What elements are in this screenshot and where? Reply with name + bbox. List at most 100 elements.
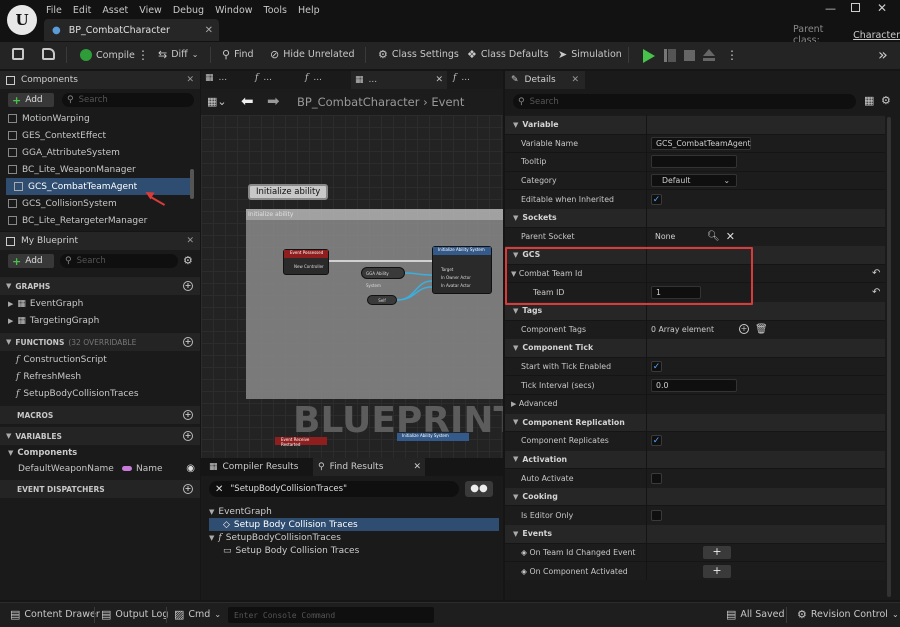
cmd-dropdown[interactable]: ▨ Cmd ⌄ [174, 609, 221, 620]
all-saved-indicator[interactable]: ▤ All Saved [726, 609, 785, 620]
variable-item[interactable]: DefaultWeaponName Name ◉ [0, 460, 200, 477]
console-command-input[interactable]: Enter Console Command [228, 607, 434, 623]
close-tab-icon[interactable]: ✕ [435, 75, 443, 85]
content-drawer-button[interactable]: ▤ Content Drawer [10, 609, 100, 620]
save-icon[interactable] [12, 48, 24, 60]
asset-tab[interactable]: ● BP_CombatCharacter ✕ [44, 19, 219, 41]
browse-icon[interactable] [42, 48, 55, 60]
add-graph-icon[interactable]: + [183, 281, 193, 291]
category-dropdown[interactable]: Default ⌄ [651, 174, 737, 188]
menu-edit[interactable]: Edit [73, 5, 91, 16]
section-events[interactable]: ▼ Events [505, 524, 885, 543]
browse-socket-icon[interactable]: 🔍︎ [707, 231, 720, 242]
compile-button[interactable]: Compile [80, 49, 135, 61]
close-tab-icon[interactable]: ✕ [413, 462, 421, 472]
component-item-selected[interactable]: GCS_CombatTeamAgent [6, 178, 190, 195]
variable-name-input[interactable]: GCS_CombatTeamAgent [651, 136, 751, 150]
function-item[interactable]: f RefreshMesh [0, 368, 200, 385]
output-log-button[interactable]: ▤ Output Log [101, 609, 168, 620]
section-activation[interactable]: ▼ Activation [505, 449, 885, 469]
menu-help[interactable]: Help [298, 5, 320, 16]
add-element-icon[interactable]: + [739, 324, 749, 335]
variables-section[interactable]: ▼ VARIABLES + [0, 427, 200, 445]
eject-icon[interactable] [703, 49, 715, 61]
function-item[interactable]: f SetupBodyCollisionTraces [0, 385, 200, 402]
reset-to-default-icon[interactable]: ↶ [872, 268, 880, 279]
component-item[interactable]: BC_Lite_WeaponManager [0, 161, 190, 178]
component-item[interactable]: BC_Lite_RetargeterManager [0, 212, 190, 229]
add-event-button[interactable]: + [703, 564, 731, 578]
find-results-tab[interactable]: ⚲ Find Results ✕ [313, 458, 425, 476]
components-tab[interactable]: Components ✕ [0, 71, 200, 89]
details-search-input[interactable]: ⚲ Search [513, 94, 856, 109]
graph-item[interactable]: ▶ ▦ TargetingGraph [0, 312, 200, 329]
add-dispatcher-icon[interactable]: + [183, 484, 193, 494]
menu-view[interactable]: View [139, 5, 162, 16]
parent-class-link[interactable]: Character [853, 30, 900, 41]
blueprint-search-input[interactable]: ⚲ Search [60, 254, 178, 268]
result-group[interactable]: ▼ EventGraph [209, 505, 499, 518]
my-blueprint-tab[interactable]: My Blueprint ✕ [0, 232, 200, 250]
editable-inherited-checkbox[interactable]: ✓ [651, 193, 662, 205]
details-settings-icon[interactable]: ⚙ [881, 94, 891, 107]
compile-options-icon[interactable]: ⋮ [137, 48, 149, 62]
event-dispatchers-section[interactable]: EVENT DISPATCHERS + [0, 480, 200, 498]
menu-asset[interactable]: Asset [102, 5, 128, 16]
result-group[interactable]: ▼ f SetupBodyCollisionTraces [209, 531, 499, 544]
eye-icon[interactable]: ◉ [186, 463, 195, 474]
tick-interval-input[interactable]: 0.0 [651, 378, 737, 392]
functions-section[interactable]: ▼ FUNCTIONS (32 OVERRIDABLE + [0, 333, 200, 351]
menu-file[interactable]: File [46, 5, 62, 16]
graph-tab[interactable]: f... [453, 73, 470, 83]
simulation-button[interactable]: ➤ Simulation [558, 49, 622, 60]
play-icon[interactable] [643, 49, 655, 63]
components-search-input[interactable]: ⚲ Search [62, 93, 194, 107]
graph-item[interactable]: ▶ ▦ EventGraph [0, 295, 200, 312]
graph-tab-active[interactable]: ▦... ✕ [351, 71, 447, 89]
graphs-section[interactable]: ▼ GRAPHS + [0, 277, 200, 295]
blueprint-add-button[interactable]: + Add [8, 254, 54, 268]
close-window-icon[interactable]: ✕ [877, 1, 887, 15]
details-view-icon[interactable]: ▦ [864, 94, 874, 107]
play-options-icon[interactable]: ⋮ [726, 48, 738, 62]
hide-unrelated-button[interactable]: ⊘ Hide Unrelated [270, 49, 354, 60]
minimize-icon[interactable]: — [825, 2, 836, 15]
diff-button[interactable]: ⇆ Diff ⌄ [158, 49, 198, 60]
graph-breadcrumb[interactable]: BP_CombatCharacter › Event [297, 95, 464, 109]
graph-tab[interactable]: f... [305, 73, 322, 83]
auto-activate-checkbox[interactable] [651, 472, 662, 484]
menu-tools[interactable]: Tools [264, 5, 287, 16]
clear-search-icon[interactable]: ✕ [215, 484, 223, 495]
component-item[interactable]: GES_ContextEffect [0, 127, 190, 144]
details-tab[interactable]: ✎ Details ✕ [505, 71, 585, 89]
bottom-call-node[interactable]: Initialize Ability System [397, 433, 469, 441]
replicates-checkbox[interactable]: ✓ [651, 435, 662, 447]
section-variable[interactable]: ▼ Variable [505, 115, 885, 134]
graph-options-icon[interactable]: ▦⌄ [207, 95, 227, 108]
section-sockets[interactable]: ▼ Sockets [505, 207, 885, 227]
unreal-logo-icon[interactable]: U [7, 5, 37, 35]
compiler-results-tab[interactable]: ▦ Compiler Results [209, 462, 298, 472]
stop-icon[interactable] [684, 50, 695, 61]
blueprint-settings-icon[interactable]: ⚙ [183, 254, 193, 267]
bottom-event-node[interactable]: Event Receive Restarted [275, 437, 327, 447]
graph-canvas[interactable]: Initialize ability Initialize ability Ev… [201, 115, 503, 458]
menu-debug[interactable]: Debug [173, 5, 204, 16]
back-arrow-icon[interactable]: ⬅ [241, 92, 254, 110]
variable-category[interactable]: ▼ Components [0, 445, 200, 460]
add-function-icon[interactable]: + [183, 337, 193, 347]
component-item[interactable]: GGA_AttributeSystem [0, 144, 190, 161]
function-item[interactable]: f ConstructionScript [0, 351, 200, 368]
row-advanced[interactable]: ▶ Advanced [505, 393, 885, 413]
find-button[interactable]: ⚲ Find [222, 49, 254, 60]
components-scrollbar[interactable] [190, 169, 194, 199]
close-panel-icon[interactable]: ✕ [186, 75, 194, 85]
expand-toolbar-icon[interactable]: » [878, 45, 888, 64]
close-tab-icon[interactable]: ✕ [205, 25, 213, 36]
components-add-button[interactable]: + Add [8, 93, 54, 107]
clear-socket-icon[interactable]: ✕ [726, 230, 735, 243]
reset-to-default-icon[interactable]: ↶ [872, 287, 880, 298]
menu-window[interactable]: Window [215, 5, 252, 16]
add-macro-icon[interactable]: + [183, 410, 193, 420]
revision-control-button[interactable]: ⚙ Revision Control ⌄ [797, 609, 899, 620]
